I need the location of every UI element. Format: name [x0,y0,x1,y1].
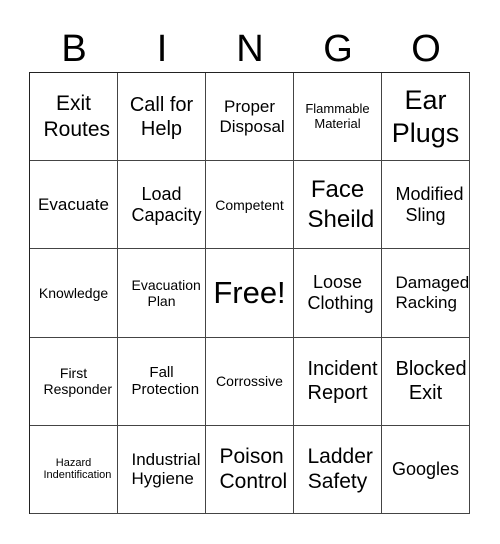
bingo-cell[interactable]: Hazard Indentification [30,425,118,514]
cell-label: Call for Help [129,93,194,140]
header-letter-b: B [61,28,87,70]
bingo-cell[interactable]: Corrossive [206,337,294,426]
cell-label: Corrossive [216,373,283,390]
cell-label: Knowledge [38,284,109,301]
bingo-cell[interactable]: Industrial Hygiene [118,425,206,514]
header-letter-n: N [236,28,264,70]
header-letter-o: O [411,28,441,70]
bingo-cell[interactable]: Flammable Material [294,73,382,162]
bingo-cell[interactable]: Face Sheild [294,161,382,250]
header-letter-i: I [156,28,168,70]
cell-label: Googles [391,459,460,480]
cell-label: Exit Routes [43,92,111,141]
bingo-cell[interactable]: Evacuate [30,161,118,250]
cell-label: Poison Control [219,445,288,494]
bingo-cell[interactable]: Poison Control [206,425,294,514]
bingo-cell[interactable]: First Responder [30,337,118,426]
header-letter-g: G [323,28,353,70]
cell-label: Incident Report [307,358,378,405]
bingo-cell[interactable]: Ear Plugs [382,73,470,162]
cell-label: Proper Disposal [219,97,285,136]
cell-label: Fall Protection [131,363,200,399]
cell-label: Ladder Safety [307,445,373,494]
cell-label: Competent [215,196,284,213]
cell-label: Ear Plugs [391,85,460,148]
bingo-cell[interactable]: Proper Disposal [206,73,294,162]
bingo-cell[interactable]: Ladder Safety [294,425,382,514]
free-space-label: Free! [213,275,286,311]
bingo-cell[interactable]: Evacuation Plan [118,249,206,338]
cell-label: Damaged Racking [395,273,470,312]
cell-label: First Responder [43,365,113,398]
bingo-cell[interactable]: Damaged Racking [382,249,470,338]
bingo-cell[interactable]: Incident Report [294,337,382,426]
cell-label: Loose Clothing [307,272,374,313]
cell-label: Blocked Exit [395,358,467,405]
bingo-cell[interactable]: Fall Protection [118,337,206,426]
bingo-board: Exit Routes Call for Help Proper Disposa… [29,72,470,514]
bingo-cell[interactable]: Loose Clothing [294,249,382,338]
cell-label: Flammable Material [305,100,370,131]
bingo-cell[interactable]: Googles [382,425,470,514]
cell-label: Hazard Indentification [43,456,112,482]
free-space-cell[interactable]: Free! [206,249,294,338]
cell-label: Industrial Hygiene [131,449,201,489]
cell-label: Modified Sling [395,184,464,225]
bingo-cell[interactable]: Call for Help [118,73,206,162]
bingo-cell[interactable]: Knowledge [30,249,118,338]
cell-label: Face Sheild [307,175,375,233]
bingo-header: B I N G O [30,26,471,72]
bingo-cell[interactable]: Modified Sling [382,161,470,250]
cell-label: Load Capacity [131,184,202,225]
bingo-cell[interactable]: Load Capacity [118,161,206,250]
bingo-cell[interactable]: Exit Routes [30,73,118,162]
bingo-cell[interactable]: Competent [206,161,294,250]
bingo-cell[interactable]: Blocked Exit [382,337,470,426]
cell-label: Evacuation Plan [131,276,201,309]
cell-label: Evacuate [38,195,109,215]
